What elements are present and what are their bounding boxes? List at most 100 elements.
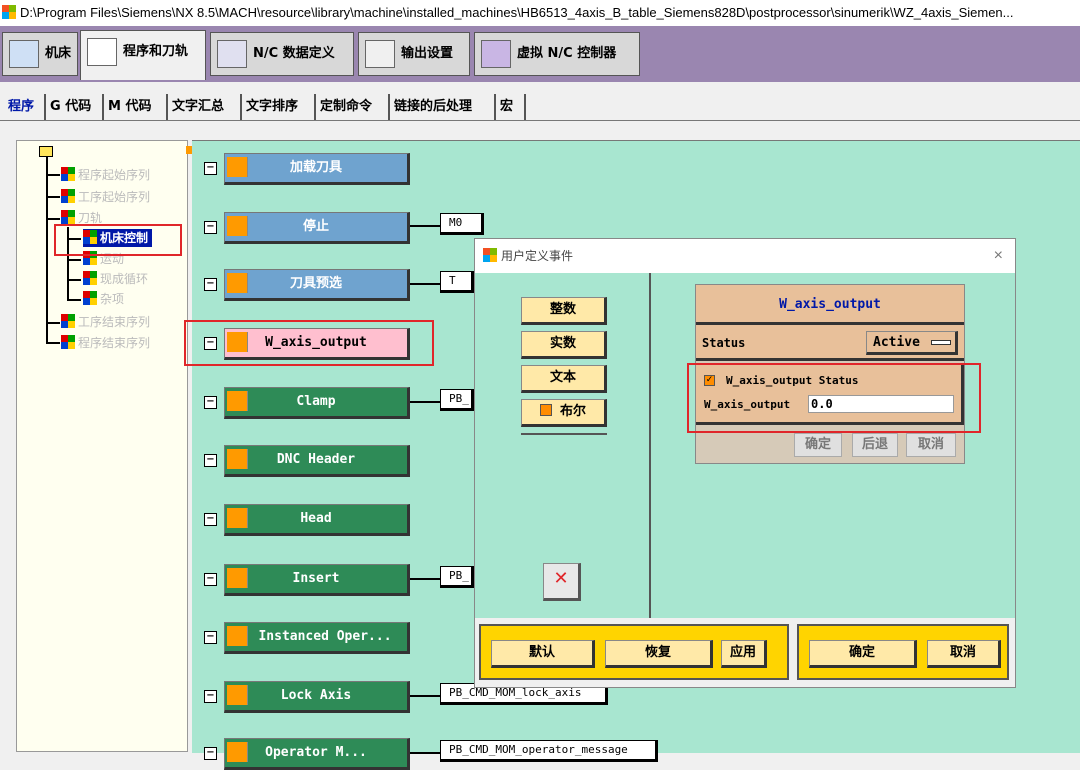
event-icon [227,157,248,177]
collapse-icon[interactable]: − [204,631,217,644]
tab-virtual-nc[interactable]: 虚拟 N/C 控制器 [474,32,640,76]
command-box-t[interactable]: T [440,271,474,293]
window-title: D:\Program Files\Siemens\NX 8.5\MACH\res… [20,5,1014,20]
bottom-right-group: 确定 取消 [797,624,1009,680]
subtab-program[interactable]: 程序 [4,94,46,120]
tab-nc-data[interactable]: N/C 数据定义 [210,32,354,76]
tree-node-label: 现成循环 [100,272,149,286]
subtab-macro[interactable]: 宏 [496,94,526,120]
highlight-machine-control [54,224,182,256]
collapse-icon[interactable]: − [204,690,217,703]
ok-button[interactable]: 确定 [809,640,917,668]
close-icon[interactable]: × [994,239,1003,273]
subtab-word-summary[interactable]: 文字汇总 [168,94,242,120]
main-tab-bar: 机床 程序和刀轨 N/C 数据定义 输出设置 虚拟 N/C 控制器 [0,26,1080,82]
card-cancel-button[interactable]: 取消 [906,433,956,457]
tab-virtual-nc-label: 虚拟 N/C 控制器 [517,46,617,61]
tree-node-canned-cycles[interactable]: 现成循环 [83,270,148,288]
event-dnc-header[interactable]: DNC Header [224,445,410,477]
type-boolean-button[interactable]: 布尔 [521,399,607,427]
tab-machine-label: 机床 [45,46,72,61]
tree-node-misc[interactable]: 杂项 [83,290,124,308]
collapse-icon[interactable]: − [204,396,217,409]
tree-node-label: 杂项 [100,292,125,306]
type-real-button[interactable]: 实数 [521,331,607,359]
event-lock-axis[interactable]: Lock Axis [224,681,410,713]
tab-output-settings-label: 输出设置 [401,46,454,61]
tree-node-operation-end[interactable]: 工序结束序列 [61,313,150,331]
dialog-title-bar: 用户定义事件 × [475,239,1015,273]
data-type-palette: 整数 实数 文本 布尔 ✕ [475,273,649,618]
collapse-icon[interactable]: − [204,573,217,586]
tree-node-program-end[interactable]: 程序结束序列 [61,334,150,352]
command-box-insert[interactable]: PB_ [440,566,474,588]
status-option-menu[interactable]: Active [866,331,958,355]
event-insert[interactable]: Insert [224,564,410,596]
cancel-button[interactable]: 取消 [927,640,1001,668]
cube-icon [61,210,75,224]
event-clamp[interactable]: Clamp [224,387,410,419]
event-icon [227,568,248,588]
tab-program-toolpath[interactable]: 程序和刀轨 [80,30,206,80]
event-head[interactable]: Head [224,504,410,536]
command-box-m0[interactable]: M0 [440,213,484,235]
default-button[interactable]: 默认 [491,640,595,668]
command-box-operator-message[interactable]: PB_CMD_MOM_operator_message [440,740,658,762]
dialog-logo-icon [483,248,497,262]
card-ok-button[interactable]: 确定 [794,433,842,457]
subtab-m-code[interactable]: M 代码 [104,94,168,120]
dialog-bottom-bar: 默认 恢复 应用 确定 取消 [475,620,1015,687]
printer-icon [365,40,395,68]
collapse-icon[interactable]: − [204,221,217,234]
event-label: Instanced Oper... [258,629,392,644]
card-back-button[interactable]: 后退 [852,433,898,457]
nc-data-icon [217,40,247,68]
subtab-custom-command[interactable]: 定制命令 [316,94,390,120]
tree-branch [67,259,81,261]
root-folder-icon[interactable] [39,146,53,157]
event-tool-preselect[interactable]: 刀具预选 [224,269,410,301]
subtab-divider [0,120,1080,121]
event-label: 停止 [302,219,329,234]
event-stop[interactable]: 停止 [224,212,410,244]
collapse-icon[interactable]: − [204,747,217,760]
type-integer-button[interactable]: 整数 [521,297,607,325]
restore-button[interactable]: 恢复 [605,640,713,668]
dialog-title: 用户定义事件 [501,249,574,263]
subtab-g-code[interactable]: G 代码 [46,94,104,120]
tree-node-label: 刀轨 [78,211,103,225]
highlight-output-option [687,363,981,433]
event-card-title: W_axis_output [696,285,964,325]
collapse-icon[interactable]: − [204,454,217,467]
event-instanced-oper[interactable]: Instanced Oper... [224,622,410,654]
event-icon [227,626,248,646]
subtab-word-order[interactable]: 文字排序 [242,94,316,120]
collapse-icon[interactable]: − [204,513,217,526]
collapse-icon[interactable]: − [204,162,217,175]
event-operator-message[interactable]: Operator M... [224,738,410,770]
event-label: 加载刀具 [289,160,342,175]
trash-icon[interactable]: ✕ [543,563,581,601]
event-icon [227,742,248,762]
tab-output-settings[interactable]: 输出设置 [358,32,470,76]
subtab-linked-posts[interactable]: 链接的后处理 [390,94,496,120]
type-text-button[interactable]: 文本 [521,365,607,393]
tab-machine[interactable]: 机床 [2,32,78,76]
tree-node-operation-start[interactable]: 工序起始序列 [61,188,150,206]
tree-node-label: 程序结束序列 [78,336,151,350]
connector-line [410,401,440,403]
event-label: Head [300,511,332,526]
event-icon [227,685,248,705]
event-label: Insert [292,571,340,586]
event-icon [227,216,248,236]
connector-line [410,695,440,697]
command-box-clamp[interactable]: PB_ [440,389,474,411]
connector-line [410,752,440,754]
event-load-tool[interactable]: 加载刀具 [224,153,410,185]
event-icon [227,391,248,411]
collapse-icon[interactable]: − [204,278,217,291]
tree-node-program-start[interactable]: 程序起始序列 [61,166,150,184]
apply-button[interactable]: 应用 [721,640,767,668]
connector-line [410,283,440,285]
connector-line [410,225,440,227]
